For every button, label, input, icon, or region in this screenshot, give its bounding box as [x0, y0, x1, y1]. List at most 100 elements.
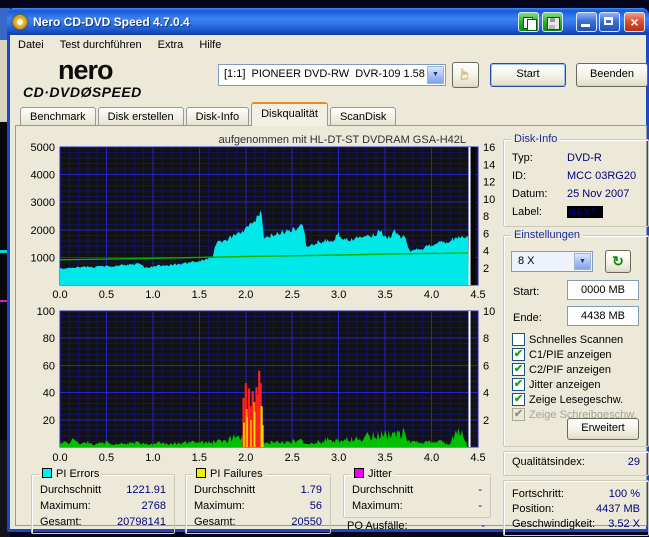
svg-text:10: 10 — [483, 194, 495, 206]
stats-label: Durchschnitt — [194, 484, 255, 496]
progress-label: Position: — [512, 503, 554, 515]
tab-benchmark[interactable]: Benchmark — [20, 107, 96, 126]
disk-info-value: MCC 03RG20 — [567, 170, 636, 182]
quality-index-box: Qualitätsindex: 29 — [503, 451, 649, 476]
pi-errors-chart: 500040003000200010001614121086420.00.51.… — [24, 131, 500, 305]
checkbox-label: Zeige Lesegeschw. — [529, 394, 623, 406]
start-button[interactable]: Start — [490, 63, 566, 87]
progress-label: Fortschritt: — [512, 488, 564, 500]
menu-item-test-durchf-hren[interactable]: Test durchführen — [52, 37, 150, 53]
drive-selector-value: [1:1] PIONEER DVD-RW DVR-109 1.58 — [224, 68, 425, 80]
stats-row: Durchschnitt 1221.91 — [40, 484, 166, 498]
svg-text:16: 16 — [483, 142, 495, 154]
svg-text:4.0: 4.0 — [424, 289, 439, 301]
stats-row: Gesamt:20550 — [194, 516, 322, 530]
stats-label: Durchschnitt — [352, 484, 413, 496]
svg-text:aufgenommen mit HL-DT-ST DVDRA: aufgenommen mit HL-DT-ST DVDRAM GSA-H42L — [219, 134, 466, 146]
advanced-button[interactable]: Erweitert — [567, 418, 639, 440]
end-position-input[interactable]: 4438 MB — [567, 306, 639, 326]
chevron-down-icon[interactable]: ▼ — [427, 66, 444, 84]
svg-text:80: 80 — [43, 333, 55, 345]
svg-text:10: 10 — [483, 306, 495, 318]
menu-item-extra[interactable]: Extra — [150, 37, 192, 53]
svg-text:3.5: 3.5 — [377, 452, 392, 464]
nero-logo-wordmark: nero — [58, 58, 113, 82]
titlebar[interactable]: Nero CD-DVD Speed 4.7.0.4 × — [7, 8, 649, 35]
tab-diskqualit-t[interactable]: Diskqualität — [251, 102, 328, 126]
quit-button[interactable]: Beenden — [576, 63, 648, 87]
eject-tray-button[interactable]: ☞ — [452, 62, 479, 88]
pi-errors-stats-box: PI ErrorsDurchschnitt1221.91Maximum:2768… — [31, 474, 175, 534]
disk-info-label: Typ: — [512, 152, 533, 164]
svg-text:2.5: 2.5 — [285, 452, 300, 464]
stats-row: Maximum:- — [352, 500, 482, 514]
refresh-button[interactable]: ↻ — [605, 250, 631, 273]
svg-text:3.0: 3.0 — [331, 452, 346, 464]
refresh-icon: ↻ — [612, 253, 624, 269]
stats-label: Gesamt: — [40, 516, 82, 528]
stats-label: Durchschnitt — [40, 484, 101, 496]
disk-info-row: Typ:DVD-R — [512, 152, 640, 166]
checkbox-c2-pif-anzeigen[interactable]: ✔ — [512, 363, 525, 376]
menu-item-hilfe[interactable]: Hilfe — [191, 37, 229, 53]
tab-scandisk[interactable]: ScanDisk — [330, 107, 396, 126]
menu-item-datei[interactable]: Datei — [10, 37, 52, 53]
checkbox-jitter-anzeigen[interactable]: ✔ — [512, 378, 525, 391]
svg-text:4000: 4000 — [31, 170, 55, 182]
quality-index-value: 29 — [628, 456, 640, 468]
pi-failures-stats-box: PI FailuresDurchschnitt1.79Maximum:56Ges… — [185, 474, 331, 534]
minimize-button[interactable] — [576, 12, 597, 32]
stats-row: Durchschnitt - — [352, 484, 482, 498]
checkbox-schnelles-scannen[interactable]: ✔ — [512, 333, 525, 346]
svg-text:12: 12 — [483, 177, 495, 189]
svg-text:0.5: 0.5 — [99, 289, 114, 301]
copy-screenshot-button[interactable] — [518, 12, 539, 32]
svg-text:2: 2 — [483, 415, 489, 427]
stats-box-title: PI Errors — [56, 468, 99, 480]
progress-box: Fortschritt:100 %Position:4437 MBGeschwi… — [503, 480, 649, 536]
po-failures-row: PO Ausfälle: - — [347, 520, 485, 534]
app-icon-cd — [12, 14, 28, 30]
progress-row: Position:4437 MB — [512, 503, 640, 517]
close-button[interactable]: × — [624, 12, 645, 32]
disk-info-value: 25 Nov 2007 — [567, 188, 629, 200]
stats-box-title: PI Failures — [210, 468, 263, 480]
disk-info-row: Label:NEXT — [512, 206, 640, 220]
svg-text:1.0: 1.0 — [145, 289, 160, 301]
checkbox-c1-pie-anzeigen[interactable]: ✔ — [512, 348, 525, 361]
desktop: { "window": { "title": "Nero CD-DVD Spee… — [0, 0, 649, 537]
svg-text:2: 2 — [483, 263, 489, 275]
drive-selector[interactable]: [1:1] PIONEER DVD-RW DVR-109 1.58 ▼ — [218, 64, 446, 86]
disk-info-label: ID: — [512, 170, 526, 182]
stats-label: Gesamt: — [194, 516, 236, 528]
settings-box: Einstellungen 8 X ▼ ↻ Start: 0000 MB End… — [503, 235, 649, 447]
tab-disk-erstellen[interactable]: Disk erstellen — [98, 107, 184, 126]
disk-info-title: Disk-Info — [511, 133, 560, 145]
pi-failures-legend-swatch — [196, 468, 206, 478]
pi-errors-legend-swatch — [42, 468, 52, 478]
chevron-down-icon[interactable]: ▼ — [574, 253, 591, 270]
stats-value: - — [478, 500, 482, 512]
svg-text:100: 100 — [37, 306, 55, 318]
tab-bar: BenchmarkDisk erstellenDisk-InfoDiskqual… — [20, 104, 640, 126]
jitter-legend-swatch — [354, 468, 364, 478]
nero-logo-subtitle: CD·DVDØSPEED — [23, 84, 142, 100]
maximize-icon — [604, 17, 613, 25]
start-position-input[interactable]: 0000 MB — [567, 280, 639, 300]
svg-text:4.0: 4.0 — [424, 452, 439, 464]
checkbox-zeige-lesegeschw-[interactable]: ✔ — [512, 393, 525, 406]
stats-value: - — [478, 484, 482, 496]
svg-text:8: 8 — [483, 333, 489, 345]
save-screenshot-button[interactable] — [542, 12, 563, 32]
maximize-button[interactable] — [599, 12, 620, 32]
svg-text:2.0: 2.0 — [238, 452, 253, 464]
speed-selector[interactable]: 8 X ▼ — [511, 251, 593, 272]
app-window: Nero CD-DVD Speed 4.7.0.4 × DateiTest du… — [7, 8, 649, 532]
svg-text:4.5: 4.5 — [470, 289, 485, 301]
stats-value: 1221.91 — [126, 484, 166, 496]
checkbox-zeige-schreibgeschw-: ✔ — [512, 408, 525, 421]
stats-box-title: Jitter — [368, 468, 392, 480]
stats-value: 1.79 — [301, 484, 322, 496]
tab-disk-info[interactable]: Disk-Info — [186, 107, 249, 126]
svg-text:2.5: 2.5 — [285, 289, 300, 301]
